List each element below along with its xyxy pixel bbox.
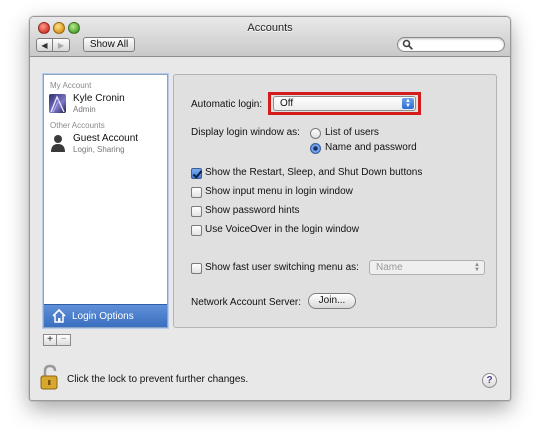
radio-list-of-users-label: List of users [325,127,379,138]
show-all-button[interactable]: Show All [83,37,135,52]
account-add-remove: + − [43,334,71,346]
user-picture-icon [50,95,65,113]
account-role: Admin [73,105,96,114]
network-account-server-label: Network Account Server: [191,297,302,308]
checkbox-label: Show the Restart, Sleep, and Shut Down b… [205,167,423,178]
my-account-header: My Account [50,81,92,90]
radio-list-of-users[interactable] [310,128,321,139]
account-name: Kyle Cronin [73,93,125,104]
automatic-login-value: Off [280,98,294,109]
popup-arrows-icon: ▲ ▼ [474,262,480,273]
fast-user-switching-value: Name [376,262,403,273]
account-item-guest[interactable]: Guest Account Login, Sharing [48,132,163,158]
checkbox-fast-user-switching[interactable] [191,263,202,274]
help-button[interactable]: ? [482,373,497,388]
checkbox-label: Show fast user switching menu as: [205,262,359,273]
automatic-login-popup[interactable]: Off ▲ ▼ [273,96,416,111]
checkbox-use-voiceover[interactable] [191,225,202,236]
lock-icon[interactable] [39,364,61,390]
radio-name-and-password-label: Name and password [325,142,417,153]
lock-message: Click the lock to prevent further change… [67,374,249,385]
search-field[interactable] [397,37,505,52]
guest-user-icon [51,135,65,152]
login-options-pane: Automatic login: Off ▲ ▼ Display login wi… [173,74,497,328]
window-title: Accounts [247,22,293,34]
account-name: Guest Account [73,133,139,144]
add-account-button[interactable]: + [43,334,57,346]
checkbox-label: Show input menu in login window [205,186,353,197]
back-button[interactable]: ◀ [36,38,53,52]
user-avatar [49,94,66,113]
checkbox-label: Show password hints [205,205,300,216]
other-accounts-header: Other Accounts [50,121,105,130]
nav-buttons: ◀ ▶ [36,38,70,52]
account-item-kyle-cronin[interactable]: Kyle Cronin Admin [48,92,163,118]
remove-account-button[interactable]: − [57,334,71,346]
title-bar: Accounts ◀ ▶ Show All [30,17,510,57]
login-options-item[interactable]: Login Options [44,304,167,327]
accounts-window: Accounts ◀ ▶ Show All My Account Kyle Cr… [29,16,511,401]
forward-button[interactable]: ▶ [53,38,70,52]
fast-user-switching-popup[interactable]: Name ▲ ▼ [369,260,485,275]
accounts-list: My Account Kyle Cronin Admin Other Accou… [43,74,168,328]
account-role: Login, Sharing [73,145,125,154]
house-icon [52,308,66,323]
display-login-window-label: Display login window as: [191,127,300,138]
forward-arrow-icon: ▶ [57,40,65,50]
checkbox-label: Use VoiceOver in the login window [205,224,359,235]
checkbox-show-input-menu[interactable] [191,187,202,198]
checkbox-show-restart-sleep-shutdown[interactable] [191,168,202,179]
popup-arrows-icon: ▲ ▼ [402,98,414,109]
login-options-label: Login Options [72,311,134,322]
automatic-login-label: Automatic login: [191,99,263,110]
checkbox-show-password-hints[interactable] [191,206,202,217]
back-arrow-icon: ◀ [41,40,48,50]
radio-name-and-password[interactable] [310,143,321,154]
search-icon [402,39,413,50]
help-icon: ? [486,375,493,386]
join-button[interactable]: Join... [308,293,356,309]
